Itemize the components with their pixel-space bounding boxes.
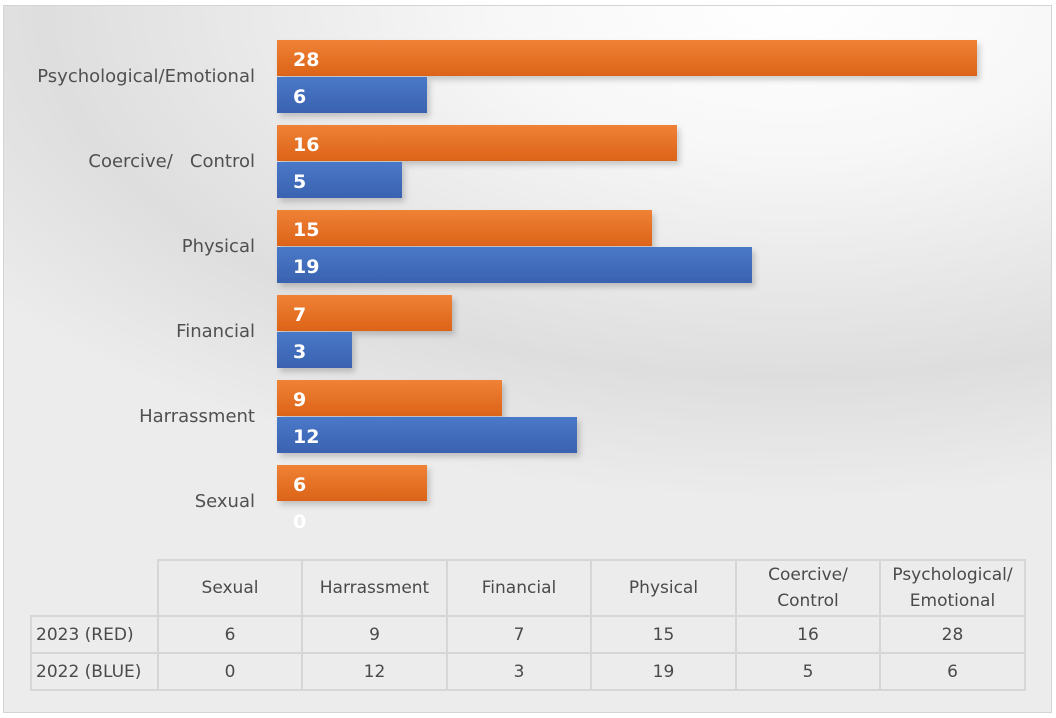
data-label-2023-red-coercive-control: 16 — [293, 134, 319, 156]
bar-2022-blue-physical — [277, 247, 752, 283]
row-label-2023: 2023 (RED) — [30, 615, 159, 654]
category-label-sexual: Sexual — [195, 491, 255, 512]
header-physical: Physical — [590, 559, 737, 617]
table-cell: 6 — [879, 652, 1026, 691]
data-label-2022-blue-financial: 3 — [293, 341, 306, 363]
data-label-2023-red-financial: 7 — [293, 304, 306, 326]
table-cell: 28 — [879, 615, 1026, 654]
header-harrassment: Harrassment — [301, 559, 448, 617]
bar-2023-red-coercive-control — [277, 125, 677, 161]
data-label-2022-blue-harrassment: 12 — [293, 426, 319, 448]
data-label-2022-blue-physical: 19 — [293, 256, 319, 278]
data-label-2023-red-sexual: 6 — [293, 474, 306, 496]
data-label-2023-red-harrassment: 9 — [293, 389, 306, 411]
table-row-2023: 2023 (RED) 6 9 7 15 16 28 — [30, 615, 1026, 654]
header-coercive-control: Coercive/Control — [735, 559, 881, 617]
data-label-2022-blue-psychological-emotional: 6 — [293, 86, 306, 108]
category-label-physical: Physical — [182, 236, 255, 257]
table-row-2022: 2022 (BLUE) 0 12 3 19 5 6 — [30, 652, 1026, 691]
table-cell: 5 — [735, 652, 881, 691]
table-cell: 7 — [446, 615, 592, 654]
table-corner — [31, 560, 159, 617]
table-header-row: Sexual Harrassment Financial Physical Co… — [31, 559, 1026, 617]
data-label-2022-blue-coercive-control: 5 — [293, 171, 306, 193]
category-label-psychological-emotional: Psychological/Emotional — [37, 66, 255, 87]
bar-2023-red-psychological-emotional — [277, 40, 977, 76]
data-label-2023-red-psychological-emotional: 28 — [293, 49, 319, 71]
category-label-harrassment: Harrassment — [139, 406, 255, 427]
header-financial: Financial — [446, 559, 592, 617]
data-label-2022-blue-sexual: 0 — [293, 511, 306, 533]
bar-2022-blue-harrassment — [277, 417, 577, 453]
bar-2022-blue-financial — [277, 332, 352, 368]
table-cell: 0 — [157, 652, 303, 691]
bar-2023-red-harrassment — [277, 380, 502, 416]
table-cell: 16 — [735, 615, 881, 654]
header-psychological-emotional: Psychological/Emotional — [879, 559, 1026, 617]
table-cell: 19 — [590, 652, 737, 691]
table-cell: 9 — [301, 615, 448, 654]
table-cell: 12 — [301, 652, 448, 691]
row-label-2022: 2022 (BLUE) — [30, 652, 159, 691]
header-sexual: Sexual — [157, 559, 303, 617]
table-cell: 3 — [446, 652, 592, 691]
table-cell: 6 — [157, 615, 303, 654]
table-cell: 15 — [590, 615, 737, 654]
data-label-2023-red-physical: 15 — [293, 219, 319, 241]
data-table: Sexual Harrassment Financial Physical Co… — [30, 559, 1026, 691]
category-label-coercive-control: Coercive/ Control — [88, 151, 255, 172]
bar-2023-red-physical — [277, 210, 652, 246]
category-label-financial: Financial — [176, 321, 255, 342]
